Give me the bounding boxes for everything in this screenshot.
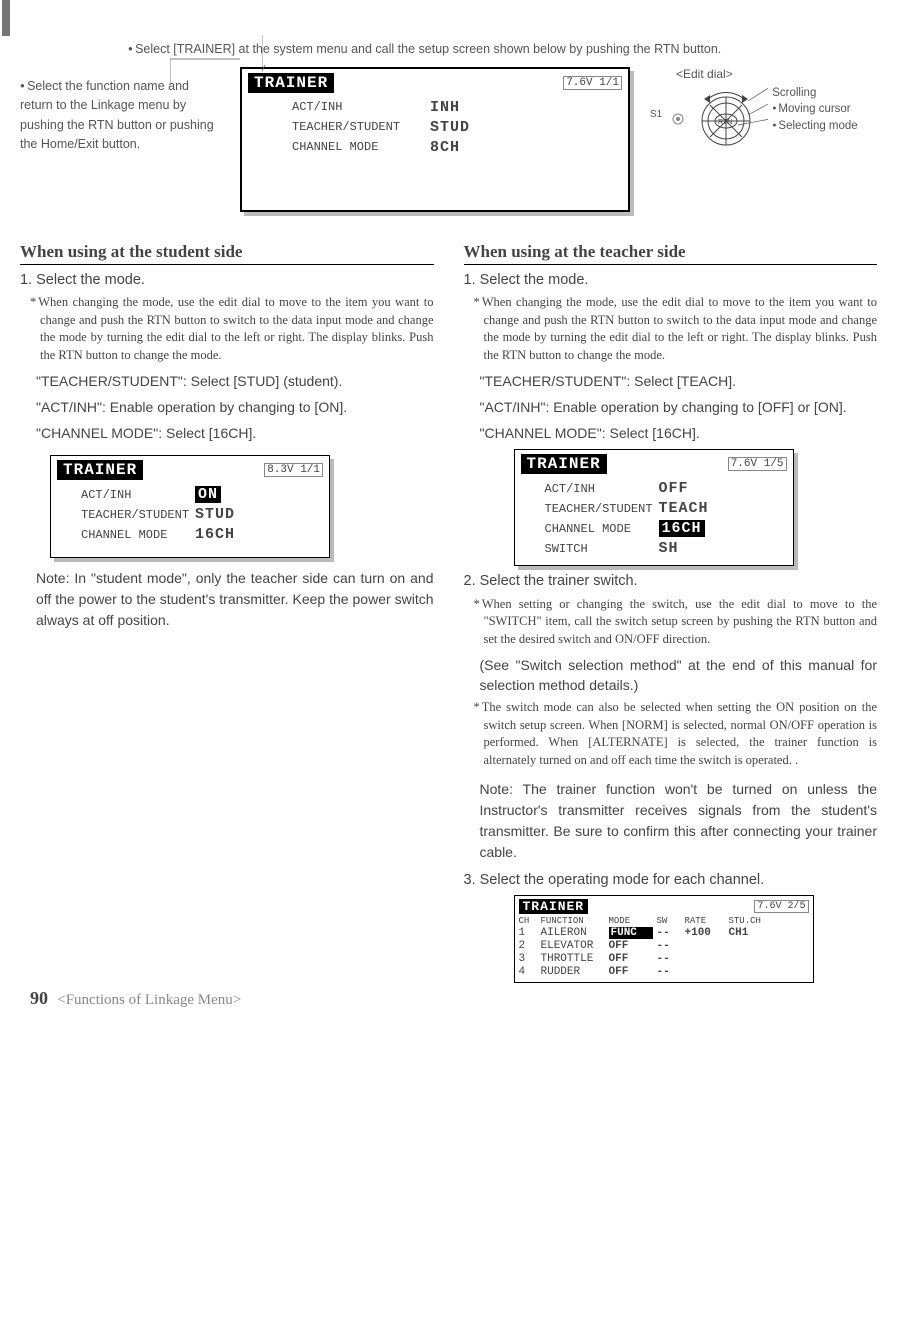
teacher-step1: 1. Select the mode.	[464, 271, 878, 291]
s1-label: S1	[650, 109, 662, 120]
moving-cursor-label: Moving cursor	[772, 101, 857, 118]
row-label: CHANNEL MODE	[81, 528, 187, 542]
table-batt: 7.6V 2/5	[754, 900, 808, 913]
td: +100	[685, 927, 725, 939]
dial-title: <Edit dial>	[676, 67, 877, 81]
teacher-heading: When using at the teacher side	[464, 242, 878, 265]
arrow-top	[262, 35, 322, 79]
row-label: ACT/INH	[545, 482, 651, 496]
arrow-left	[170, 57, 250, 101]
row-value: 16CH	[195, 526, 235, 543]
td: THROTTLE	[541, 953, 605, 965]
row-value: 8CH	[430, 139, 460, 156]
teacher-step3: 3. Select the operating mode for each ch…	[464, 871, 878, 891]
main-lcd: TRAINER 7.6V 1/1 ACT/INHINH TEACHER/STUD…	[240, 67, 630, 212]
th: CH	[519, 916, 537, 926]
teacher-note2: When setting or changing the switch, use…	[484, 596, 878, 649]
td: 1	[519, 927, 537, 939]
scrolling-label: Scrolling	[772, 87, 816, 99]
teacher-lcd-batt: 7.6V 1/5	[728, 457, 787, 471]
row-label: TEACHER/STUDENT	[292, 120, 418, 134]
student-lcd-title: TRAINER	[57, 460, 143, 480]
teacher-lcd: TRAINER 7.6V 1/5 ACT/INH OFF TEACHER/STUD…	[514, 449, 794, 566]
td: CH1	[729, 927, 769, 939]
teacher-note4: Note: The trainer function won't be turn…	[480, 779, 878, 863]
teacher-note3: The switch mode can also be selected whe…	[484, 699, 878, 769]
row-label: TEACHER/STUDENT	[81, 508, 187, 522]
teacher-note: When changing the mode, use the edit dia…	[484, 294, 878, 364]
row-label: ACT/INH	[81, 488, 187, 502]
td: OFF	[609, 953, 653, 965]
student-note2: Note: In "student mode", only the teache…	[36, 568, 434, 631]
student-l1: "TEACHER/STUDENT": Select [STUD] (studen…	[36, 372, 434, 392]
teacher-step2: 2. Select the trainer switch.	[464, 572, 878, 592]
student-lcd: TRAINER 8.3V 1/1 ACT/INH ON TEACHER/STUDE…	[50, 455, 330, 558]
td: FUNC	[609, 927, 653, 939]
td: AILERON	[541, 927, 605, 939]
page-footer: 90 <Functions of Linkage Menu>	[30, 988, 241, 1009]
edit-dial-block: <Edit dial> S1 RTN	[650, 67, 877, 155]
row-value: 16CH	[659, 520, 705, 537]
student-heading: When using at the student side	[20, 242, 434, 265]
th: STU.CH	[729, 916, 769, 926]
teacher-l3: "CHANNEL MODE": Select [16CH].	[480, 424, 878, 444]
td: 2	[519, 940, 537, 952]
row-value: STUD	[430, 119, 470, 136]
td: --	[657, 953, 681, 965]
td: 4	[519, 966, 537, 978]
td: 3	[519, 953, 537, 965]
student-l3: "CHANNEL MODE": Select [16CH].	[36, 424, 434, 444]
edit-dial-icon: RTN	[668, 85, 768, 155]
student-note: When changing the mode, use the edit dia…	[40, 294, 434, 364]
th: RATE	[685, 916, 725, 926]
teacher-lcd-title: TRAINER	[521, 454, 607, 474]
row-value: TEACH	[659, 500, 709, 517]
row-label: SWITCH	[545, 542, 651, 556]
table-title: TRAINER	[519, 899, 589, 914]
footer-text: <Functions of Linkage Menu>	[57, 992, 241, 1008]
row-label: TEACHER/STUDENT	[545, 502, 651, 516]
td: --	[657, 966, 681, 978]
td: OFF	[609, 940, 653, 952]
row-value: INH	[430, 99, 460, 116]
page-number: 90	[30, 988, 48, 1008]
th: SW	[657, 916, 681, 926]
th: FUNCTION	[541, 916, 605, 926]
teacher-paren: (See "Switch selection method" at the en…	[480, 656, 878, 695]
row-value: ON	[195, 486, 221, 503]
student-step1: 1. Select the mode.	[20, 271, 434, 291]
td: ELEVATOR	[541, 940, 605, 952]
row-value: STUD	[195, 506, 235, 523]
student-l2: "ACT/INH": Enable operation by changing …	[36, 398, 434, 418]
lcd-batt: 7.6V 1/1	[563, 76, 622, 90]
student-lcd-batt: 8.3V 1/1	[264, 463, 323, 477]
row-value: OFF	[659, 480, 689, 497]
th: MODE	[609, 916, 653, 926]
teacher-l1: "TEACHER/STUDENT": Select [TEACH].	[480, 372, 878, 392]
row-label: CHANNEL MODE	[545, 522, 651, 536]
td: --	[657, 927, 681, 939]
td: --	[657, 940, 681, 952]
row-label: CHANNEL MODE	[292, 140, 418, 154]
td: RUDDER	[541, 966, 605, 978]
td: OFF	[609, 966, 653, 978]
teacher-l2: "ACT/INH": Enable operation by changing …	[480, 398, 878, 418]
selecting-mode-label: Selecting mode	[772, 118, 857, 135]
teacher-table-lcd: TRAINER 7.6V 2/5 CH FUNCTION MODE SW RAT…	[514, 895, 814, 983]
row-value: SH	[659, 540, 679, 557]
row-label: ACT/INH	[292, 100, 418, 114]
